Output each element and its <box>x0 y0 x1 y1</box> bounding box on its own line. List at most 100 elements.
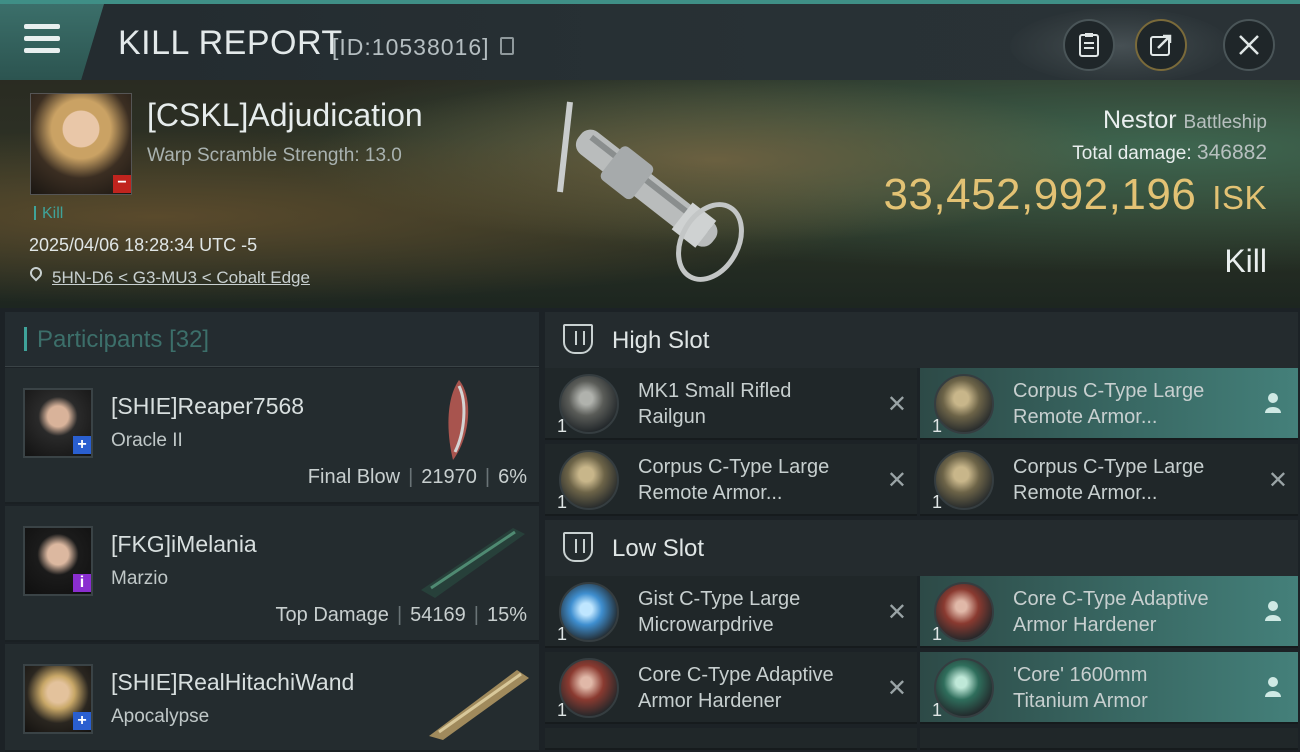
item-quantity: 1 <box>932 700 943 720</box>
participant-ship-image <box>429 670 529 740</box>
participant-name: [FKG]iMelania <box>111 531 257 557</box>
kill-tag: Kill <box>34 205 63 223</box>
remote-armor-repairer-icon <box>934 450 994 510</box>
participant-name: [SHIE]RealHitachiWand <box>111 669 355 695</box>
participant-row[interactable]: + [SHIE]RealHitachiWand Apocalypse <box>5 644 539 752</box>
railgun-icon <box>559 374 619 434</box>
participant-ship: Marzio <box>111 568 169 589</box>
item-name-line2: Railgun <box>638 406 706 428</box>
standing-badge: − <box>113 175 131 193</box>
fitting-item[interactable]: 1 Core C-Type Adaptive Armor Hardener <box>920 576 1298 648</box>
item-name: Core C-Type Adaptive Armor Hardener <box>638 662 873 714</box>
participant-stats: Final Blow | 21970 | 6% <box>307 466 527 488</box>
destroyed-icon: ✕ <box>886 391 907 418</box>
remote-armor-repairer-icon <box>559 450 619 510</box>
armor-hardener-icon <box>559 658 619 718</box>
participant-damage: 21970 <box>421 466 477 488</box>
clipboard-button[interactable] <box>1063 19 1115 71</box>
kill-datetime: 2025/04/06 18:28:34 UTC -5 <box>29 235 258 255</box>
item-name-line1: Core C-Type Adaptive <box>1013 588 1209 610</box>
participant-ship-image <box>421 528 525 598</box>
total-damage: Total damage: 346882 <box>1072 141 1267 165</box>
participants-header[interactable]: Participants [32] <box>5 312 539 367</box>
participant-ship-image <box>448 380 469 460</box>
warp-scramble-strength: Warp Scramble Strength: 13.0 <box>147 145 402 166</box>
item-name-line2: Armor Hardener <box>1013 614 1157 636</box>
item-quantity: 1 <box>932 624 943 644</box>
item-name-line2: Remote Armor... <box>1013 482 1158 504</box>
participant-row[interactable]: + [SHIE]Reaper7568 Oracle II Final Blow |… <box>5 368 539 504</box>
item-name-line2: Remote Armor... <box>1013 406 1158 428</box>
close-button[interactable] <box>1223 19 1275 71</box>
menu-button[interactable] <box>0 4 104 80</box>
destroyed-icon: ✕ <box>1267 467 1288 494</box>
low-slot-icon <box>563 532 593 562</box>
location-link[interactable]: 5HN-D6 < G3-MU3 < Cobalt Edge <box>52 268 310 288</box>
participant-ship: Oracle II <box>111 430 183 451</box>
item-name-line1: 'Core' 1600mm <box>1013 664 1148 686</box>
participant-name: [SHIE]Reaper7568 <box>111 393 305 419</box>
item-name: Corpus C-Type Large Remote Armor... <box>638 454 873 506</box>
participant-percent: 6% <box>498 466 527 488</box>
dropped-user-icon <box>1265 677 1281 697</box>
item-name: Corpus C-Type Large Remote Armor... <box>1013 454 1248 506</box>
destroyed-icon: ✕ <box>886 599 907 626</box>
item-name-line1: Core C-Type Adaptive <box>638 664 834 686</box>
participant-badge: i <box>73 574 91 592</box>
isk-unit: ISK <box>1212 179 1267 216</box>
participant-damage: 54169 <box>410 604 466 626</box>
item-name-line1: Corpus C-Type Large <box>1013 380 1205 402</box>
decorative-ship-silhouette <box>1010 8 1230 84</box>
victim-name[interactable]: [CSKL]Adjudication <box>147 97 423 134</box>
item-name-line1: MK1 Small Rifled <box>638 380 792 402</box>
share-button[interactable] <box>1135 19 1187 71</box>
fitting-item[interactable]: 1 'Core' 1600mm Titanium Armor <box>920 652 1298 724</box>
item-name: Corpus C-Type Large Remote Armor... <box>1013 378 1248 430</box>
low-slot-header: Low Slot <box>545 520 1298 576</box>
item-name-line2: Microwarpdrive <box>638 614 774 636</box>
dropped-user-icon <box>1265 393 1281 413</box>
participant-stats: Top Damage | 54169 | 15% <box>275 604 527 626</box>
item-name: Core C-Type Adaptive Armor Hardener <box>1013 586 1248 638</box>
high-slot-title: High Slot <box>612 327 710 354</box>
destroyed-icon: ✕ <box>886 467 907 494</box>
item-name: 'Core' 1600mm Titanium Armor <box>1013 662 1248 714</box>
victim-ship[interactable]: Nestor Battleship <box>1103 106 1267 135</box>
fitting-item[interactable]: 1 Corpus C-Type Large Remote Armor... ✕ <box>545 444 917 516</box>
item-name: MK1 Small Rifled Railgun <box>638 378 873 430</box>
fitting-item[interactable]: 1 Corpus C-Type Large Remote Armor... ✕ <box>920 444 1298 516</box>
participant-role: Top Damage <box>275 604 389 626</box>
isk-value: 33,452,992,196 ISK <box>883 170 1267 220</box>
participants-title: Participants [32] <box>24 326 209 354</box>
armor-plate-icon <box>934 658 994 718</box>
item-quantity: 1 <box>557 624 568 644</box>
participant-badge: + <box>73 436 91 454</box>
item-quantity: 1 <box>932 416 943 436</box>
item-name: Gist C-Type Large Microwarpdrive <box>638 586 873 638</box>
item-name-line2: Remote Armor... <box>638 482 783 504</box>
fitting-item[interactable]: 1 Core C-Type Adaptive Armor Hardener ✕ <box>545 652 917 724</box>
fitting-item[interactable]: 1 MK1 Small Rifled Railgun ✕ <box>545 368 917 440</box>
dropped-user-icon <box>1265 601 1281 621</box>
clipboard-icon <box>1079 33 1099 57</box>
share-icon <box>1150 34 1172 56</box>
item-name-line2: Armor Hardener <box>638 690 782 712</box>
remote-armor-repairer-icon <box>934 374 994 434</box>
page-title: KILL REPORT <box>118 24 343 62</box>
armor-hardener-icon <box>934 582 994 642</box>
copy-icon[interactable] <box>500 37 514 55</box>
participant-row[interactable]: i [FKG]iMelania Marzio Top Damage | 54169 |… <box>5 506 539 642</box>
participant-percent: 15% <box>486 604 527 626</box>
fitting-item[interactable]: 1 Corpus C-Type Large Remote Armor... <box>920 368 1298 440</box>
destroyed-icon: ✕ <box>886 675 907 702</box>
item-quantity: 1 <box>932 492 943 512</box>
fitting-item-partial[interactable] <box>545 728 917 750</box>
item-name-line1: Gist C-Type Large <box>638 588 801 610</box>
fitting-item[interactable]: 1 Gist C-Type Large Microwarpdrive ✕ <box>545 576 917 648</box>
total-damage-label: Total damage: <box>1072 143 1192 164</box>
ship-name: Nestor <box>1102 106 1177 134</box>
fitting-item-partial[interactable] <box>920 728 1298 750</box>
high-slot-icon <box>563 324 593 354</box>
ship-class: Battleship <box>1183 112 1267 133</box>
microwarpdrive-icon <box>559 582 619 642</box>
